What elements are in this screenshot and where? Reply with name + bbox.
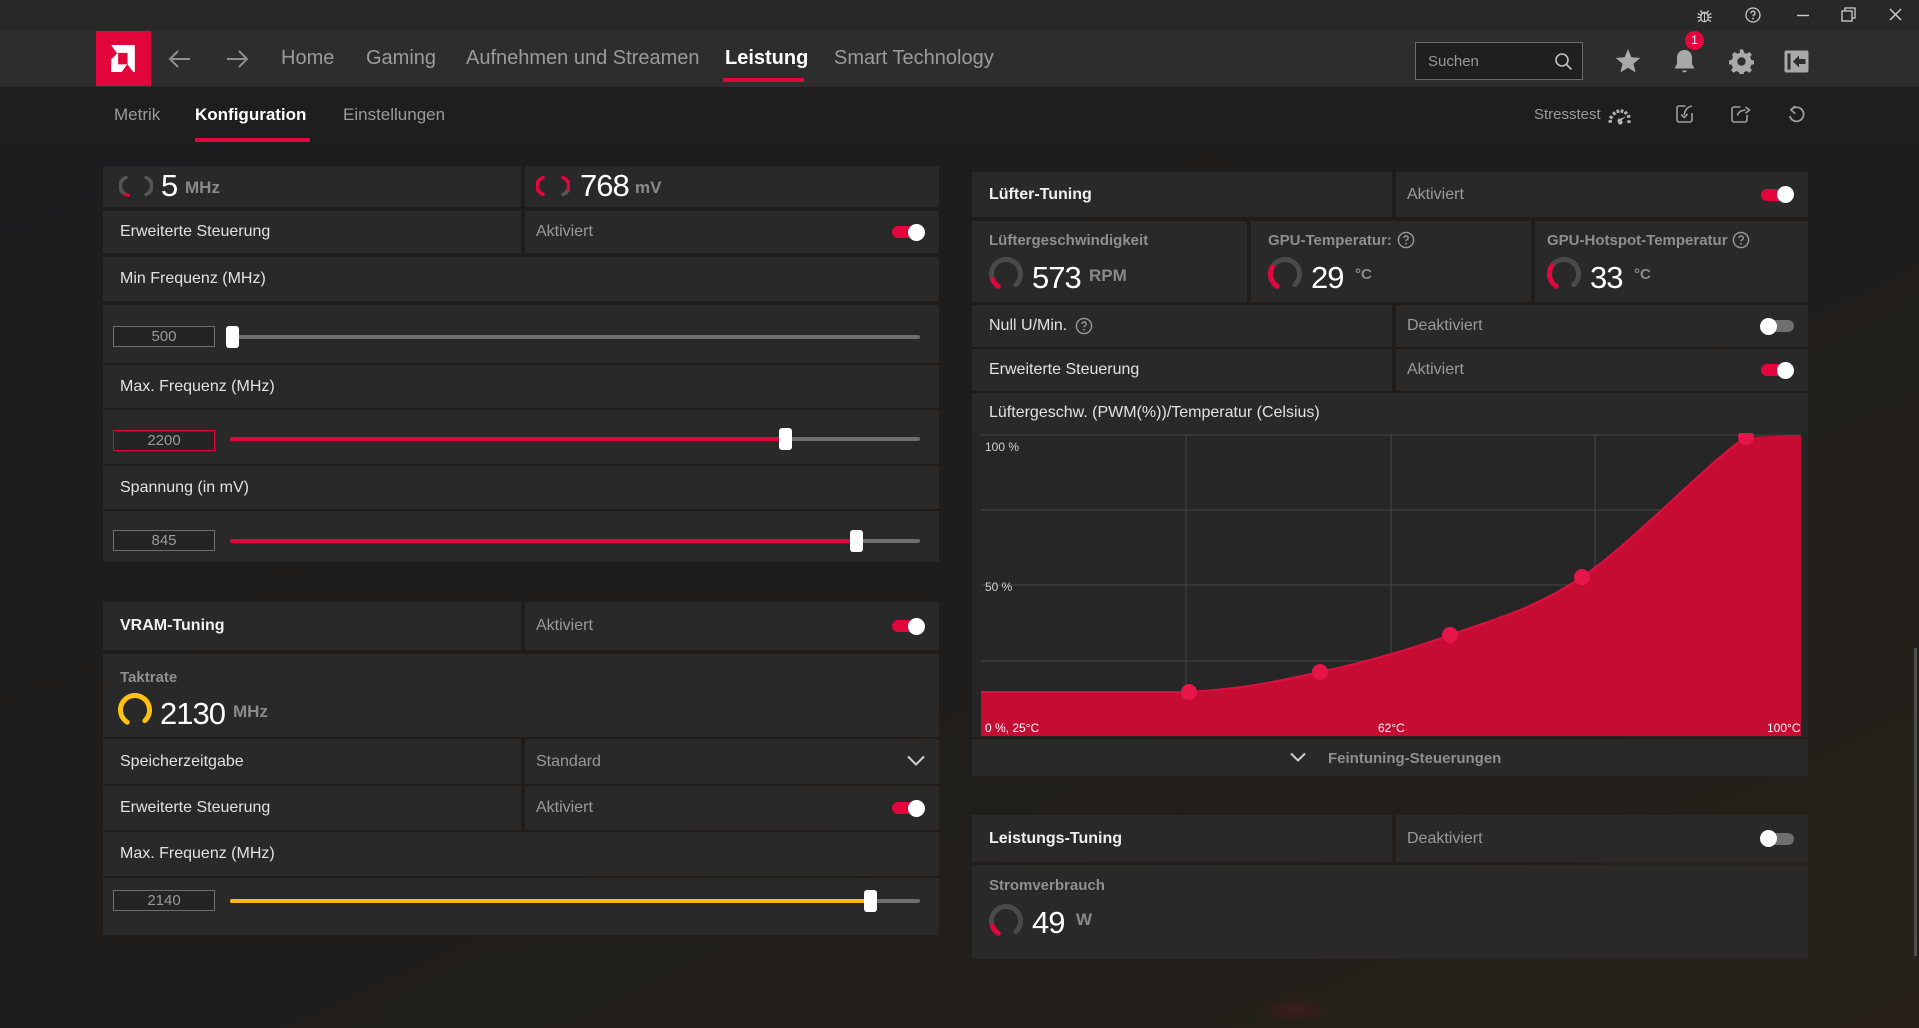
svg-text:50 %: 50 % (985, 580, 1013, 594)
svg-text:100 %: 100 % (985, 440, 1019, 454)
svg-text:100°C: 100°C (1767, 721, 1801, 735)
svg-text:62°C: 62°C (1378, 721, 1405, 735)
svg-text:0 %, 25°C: 0 %, 25°C (985, 721, 1039, 735)
